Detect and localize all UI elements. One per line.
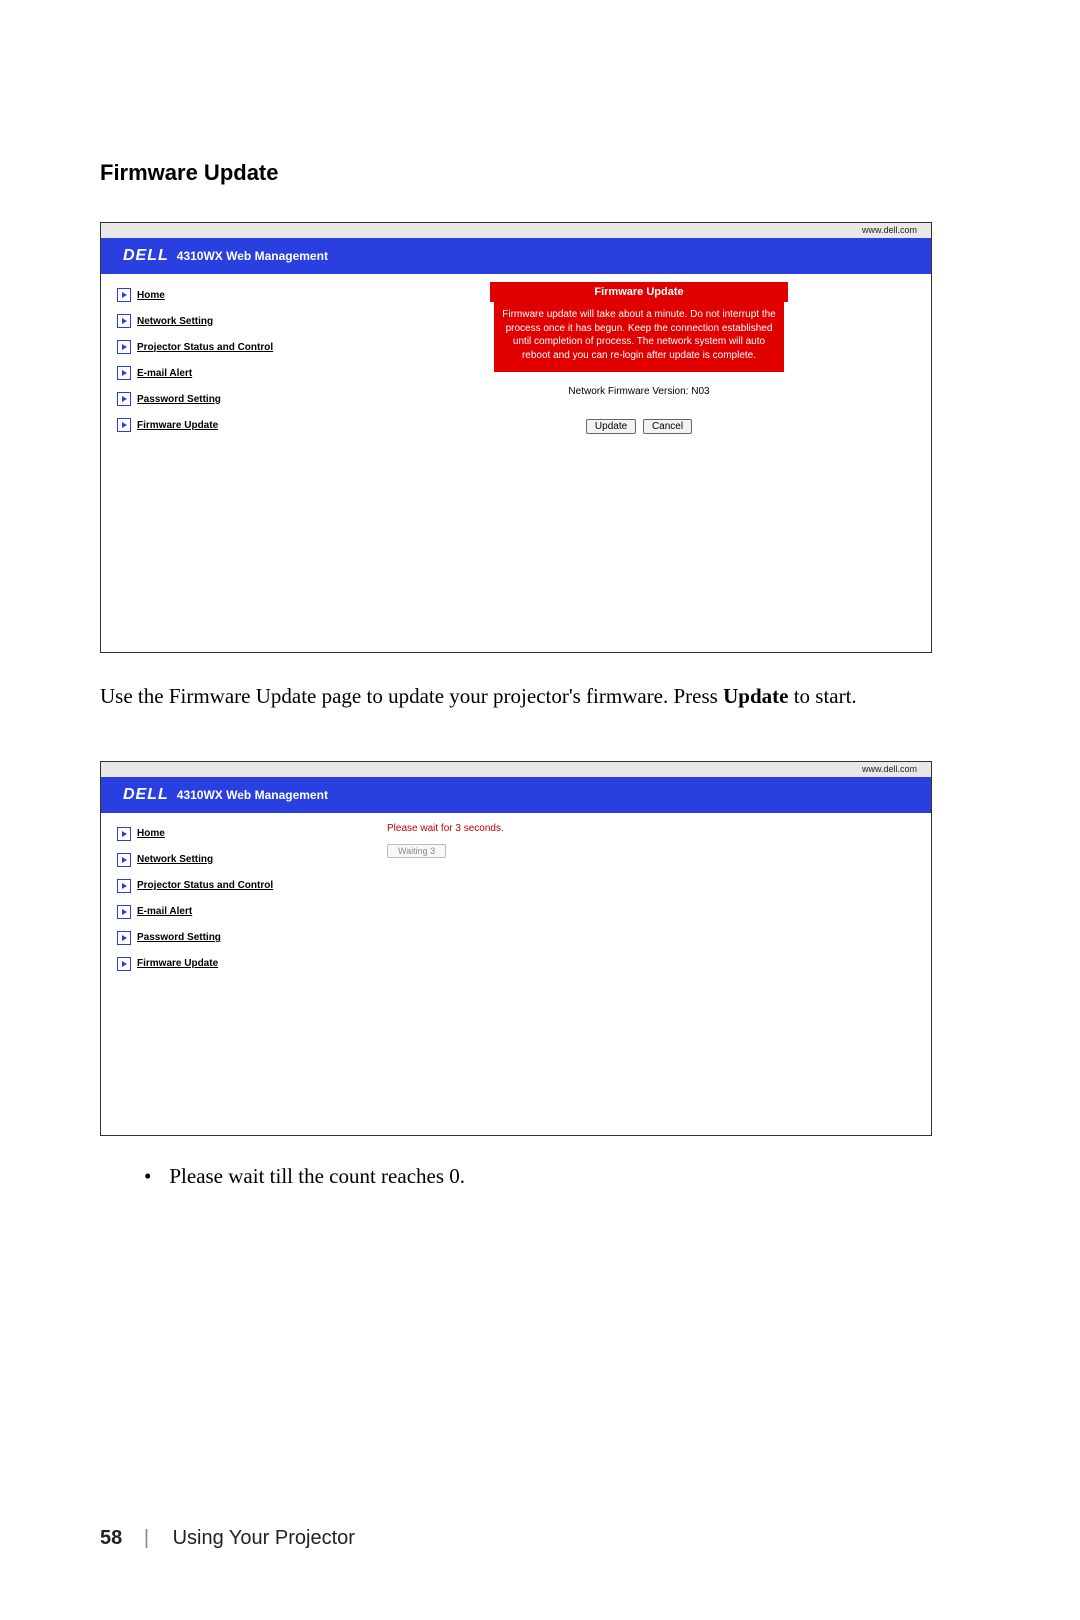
sidebar-item-network-setting[interactable]: Network Setting xyxy=(117,314,347,328)
screenshot-firmware-update: www.dell.com DELL 4310WX Web Management … xyxy=(100,222,932,653)
arrow-icon xyxy=(117,957,131,971)
sidebar-item-firmware-update[interactable]: Firmware Update xyxy=(117,957,347,971)
app-header: DELL 4310WX Web Management xyxy=(101,238,931,274)
waiting-button: Waiting 3 xyxy=(387,844,446,858)
arrow-icon xyxy=(117,827,131,841)
cancel-button[interactable]: Cancel xyxy=(643,419,692,434)
arrow-icon xyxy=(117,392,131,406)
dell-logo: DELL xyxy=(123,786,169,804)
alert-header: Firmware Update xyxy=(490,282,788,302)
sidebar: Home Network Setting Projector Status an… xyxy=(101,274,357,652)
sidebar-item-label: Firmware Update xyxy=(137,420,218,431)
sidebar-item-projector-status[interactable]: Projector Status and Control xyxy=(117,879,347,893)
app-title: 4310WX Web Management xyxy=(177,249,328,263)
caption-text: Use the Firmware Update page to update y… xyxy=(100,681,985,713)
arrow-icon xyxy=(117,931,131,945)
arrow-icon xyxy=(117,288,131,302)
arrow-icon xyxy=(117,905,131,919)
footer-separator: | xyxy=(144,1527,149,1549)
sidebar-item-network-setting[interactable]: Network Setting xyxy=(117,853,347,867)
please-wait-text: Please wait for 3 seconds. xyxy=(387,823,891,834)
sidebar-item-label: Projector Status and Control xyxy=(137,342,273,353)
sidebar-item-password-setting[interactable]: Password Setting xyxy=(117,392,347,406)
sidebar-item-label: Firmware Update xyxy=(137,958,218,969)
page-number: 58 xyxy=(100,1527,122,1549)
screenshot-waiting: www.dell.com DELL 4310WX Web Management … xyxy=(100,761,932,1136)
app-header: DELL 4310WX Web Management xyxy=(101,777,931,813)
button-row: Update Cancel xyxy=(387,419,891,434)
update-button[interactable]: Update xyxy=(586,419,636,434)
main-panel: Please wait for 3 seconds. Waiting 3 xyxy=(357,813,931,1135)
sidebar-item-label: Network Setting xyxy=(137,316,213,327)
bullet-text: Please wait till the count reaches 0. xyxy=(144,1164,985,1189)
sidebar-item-email-alert[interactable]: E-mail Alert xyxy=(117,905,347,919)
sidebar-item-label: Network Setting xyxy=(137,854,213,865)
sidebar-item-email-alert[interactable]: E-mail Alert xyxy=(117,366,347,380)
arrow-icon xyxy=(117,340,131,354)
arrow-icon xyxy=(117,418,131,432)
sidebar-item-firmware-update[interactable]: Firmware Update xyxy=(117,418,347,432)
arrow-icon xyxy=(117,314,131,328)
sidebar-item-home[interactable]: Home xyxy=(117,288,347,302)
sidebar-item-home[interactable]: Home xyxy=(117,827,347,841)
url-bar: www.dell.com xyxy=(101,762,931,777)
sidebar-item-label: Home xyxy=(137,828,165,839)
sidebar-item-label: Password Setting xyxy=(137,394,221,405)
arrow-icon xyxy=(117,879,131,893)
page-footer: 58 | Using Your Projector xyxy=(100,1527,355,1550)
app-title: 4310WX Web Management xyxy=(177,788,328,802)
main-panel: Firmware Update Firmware update will tak… xyxy=(357,274,931,652)
arrow-icon xyxy=(117,366,131,380)
alert-body: Firmware update will take about a minute… xyxy=(494,302,784,372)
url-bar: www.dell.com xyxy=(101,223,931,238)
sidebar: Home Network Setting Projector Status an… xyxy=(101,813,357,1135)
sidebar-item-label: E-mail Alert xyxy=(137,906,192,917)
sidebar-item-label: E-mail Alert xyxy=(137,368,192,379)
sidebar-item-password-setting[interactable]: Password Setting xyxy=(117,931,347,945)
sidebar-item-label: Projector Status and Control xyxy=(137,880,273,891)
arrow-icon xyxy=(117,853,131,867)
footer-title: Using Your Projector xyxy=(173,1527,355,1549)
sidebar-item-label: Home xyxy=(137,290,165,301)
firmware-version-text: Network Firmware Version: N03 xyxy=(387,386,891,397)
dell-logo: DELL xyxy=(123,247,169,265)
sidebar-item-projector-status[interactable]: Projector Status and Control xyxy=(117,340,347,354)
section-heading: Firmware Update xyxy=(100,160,985,186)
sidebar-item-label: Password Setting xyxy=(137,932,221,943)
